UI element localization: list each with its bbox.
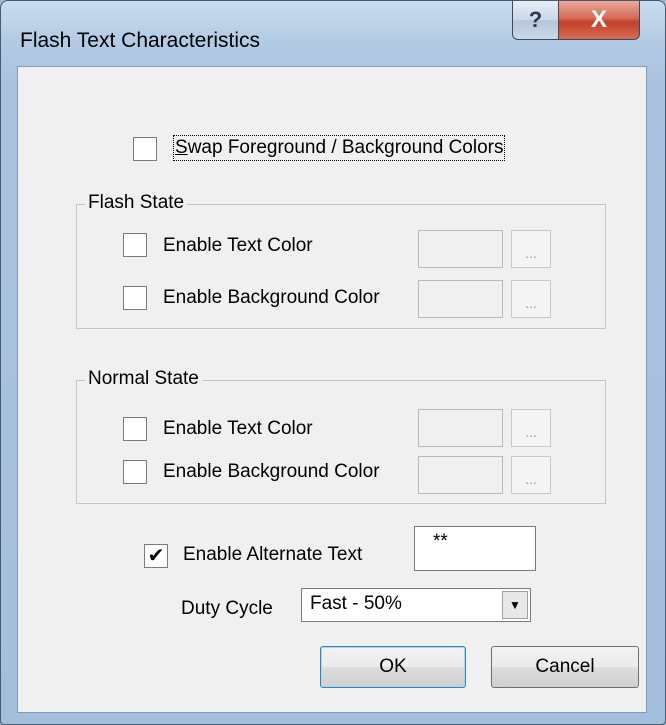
dropdown-arrow-icon[interactable]: ▼ <box>502 591 528 619</box>
duty-cycle-label: Duty Cycle <box>181 598 273 619</box>
dialog-client-area: Swap Foreground / Background Colors Flas… <box>17 66 647 713</box>
cancel-button[interactable]: Cancel <box>491 646 639 688</box>
flash-bg-color-label: Enable Background Color <box>163 287 380 308</box>
alternate-text-label: Enable Alternate Text <box>183 544 363 565</box>
ok-button[interactable]: OK <box>320 646 466 688</box>
swap-colors-label-text: wap Foreground / Background Colors <box>187 137 504 158</box>
flash-bg-color-swatch <box>418 280 503 318</box>
flash-text-color-checkbox[interactable] <box>123 233 147 257</box>
flash-state-title: Flash State <box>85 192 188 214</box>
help-icon: ? <box>528 7 543 32</box>
close-icon: X <box>590 6 607 33</box>
alternate-text-input[interactable]: ** <box>414 526 536 571</box>
close-button[interactable]: X <box>558 1 640 40</box>
normal-text-color-label: Enable Text Color <box>163 418 313 439</box>
normal-bg-color-swatch <box>418 456 503 494</box>
flash-bg-color-pick-button[interactable]: ... <box>511 280 551 318</box>
flash-text-color-swatch <box>418 230 503 268</box>
flash-text-color-label: Enable Text Color <box>163 235 313 256</box>
normal-text-color-swatch <box>418 409 503 447</box>
swap-colors-checkbox[interactable] <box>133 137 157 161</box>
normal-text-color-pick-button[interactable]: ... <box>511 409 551 447</box>
normal-text-color-checkbox[interactable] <box>123 417 147 441</box>
duty-cycle-value: Fast - 50% <box>310 593 402 614</box>
normal-bg-color-checkbox[interactable] <box>123 460 147 484</box>
help-button[interactable]: ? <box>512 1 559 40</box>
checkmark-icon: ✔ <box>147 545 165 567</box>
flash-text-color-pick-button[interactable]: ... <box>511 230 551 268</box>
swap-colors-mnemonic: S <box>175 137 188 158</box>
swap-colors-label[interactable]: Swap Foreground / Background Colors <box>172 135 506 161</box>
alternate-text-checkbox[interactable]: ✔ <box>144 544 168 568</box>
window-title: Flash Text Characteristics <box>20 29 261 52</box>
duty-cycle-select[interactable]: Fast - 50% ▼ <box>301 588 531 622</box>
dialog-window: Flash Text Characteristics ? X Swap Fore… <box>0 0 666 725</box>
normal-state-title: Normal State <box>85 368 202 390</box>
normal-bg-color-pick-button[interactable]: ... <box>511 456 551 494</box>
normal-bg-color-label: Enable Background Color <box>163 461 380 482</box>
flash-bg-color-checkbox[interactable] <box>123 286 147 310</box>
